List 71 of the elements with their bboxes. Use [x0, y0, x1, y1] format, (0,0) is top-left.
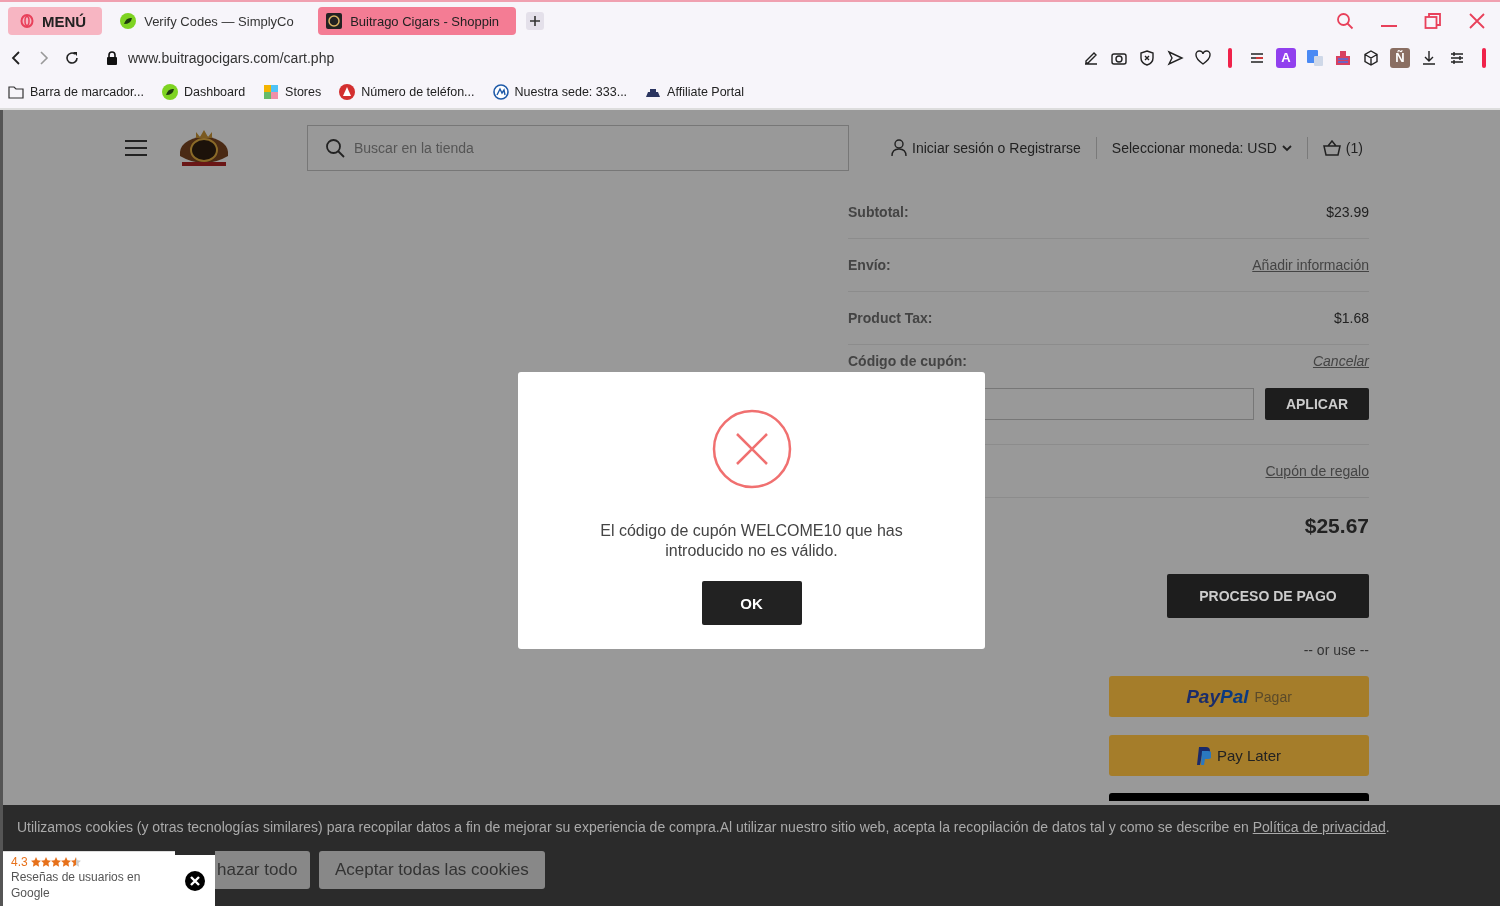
- privacy-link[interactable]: Política de privacidad: [1252, 819, 1386, 835]
- paypal-button[interactable]: PayPal Pagar: [1109, 676, 1369, 717]
- star-icon: [30, 857, 41, 867]
- rating-value: 4.3: [11, 855, 28, 869]
- folder-icon: [8, 83, 24, 100]
- leaf-icon: [161, 83, 178, 100]
- apply-button[interactable]: APLICAR: [1265, 388, 1369, 420]
- user-icon: [891, 139, 907, 157]
- grand-total: $25.67: [1304, 513, 1369, 538]
- star-icon: [50, 857, 61, 867]
- close-icon[interactable]: [185, 870, 205, 891]
- search-field[interactable]: Buscar en la tienda: [307, 125, 849, 171]
- cancel-link[interactable]: Cancelar: [1312, 353, 1369, 369]
- leaf-icon: [120, 13, 137, 29]
- account-link[interactable]: Iniciar sesión o Registrarse: [891, 139, 1081, 157]
- row-value: $1.68: [1333, 310, 1369, 326]
- row-label: Código de cupón:: [848, 353, 967, 369]
- row-label: Subtotal:: [848, 204, 909, 220]
- error-icon: [711, 409, 792, 489]
- row-label: Envío:: [848, 257, 891, 273]
- ok-button[interactable]: OK: [701, 581, 802, 625]
- search-icon[interactable]: [1336, 12, 1354, 30]
- send-icon[interactable]: [1166, 48, 1184, 67]
- bookmark-item[interactable]: Barra de marcador...: [8, 83, 144, 100]
- plus-icon[interactable]: [526, 12, 545, 30]
- browser-tab[interactable]: Verify Codes — SimplyCo: [112, 7, 309, 35]
- browser-tab[interactable]: Buitrago Cigars - Shoppin: [318, 7, 517, 35]
- star-icon: [40, 857, 51, 867]
- pay-later-button[interactable]: Pay Later: [1109, 735, 1369, 776]
- accept-button[interactable]: Aceptar todas las cookies: [319, 851, 545, 889]
- search-icon: [325, 138, 345, 158]
- review-text: Reseñas de usuarios en Google: [11, 869, 141, 901]
- gift-coupon-link[interactable]: Cupón de regalo: [1265, 463, 1369, 479]
- reject-button[interactable]: hazar todo: [215, 851, 310, 889]
- currency-dropdown[interactable]: Seleccionar moneda: USD: [1111, 140, 1292, 156]
- cube-icon[interactable]: [1362, 48, 1380, 67]
- cookie-notice: Utilizamos cookies (y otras tecnologías similares) para recopilar datos a fin de mejorar su experiencia de compra.Al utilizar nuestro sitio web, acepta la recopilación de datos tal y como se describe en Política de privacidad.: [17, 819, 1391, 835]
- checkout-button[interactable]: PROCESO DE PAGO: [1167, 574, 1369, 618]
- bookmark-item[interactable]: Affiliate Portal: [645, 83, 744, 100]
- opera-icon: [20, 14, 34, 28]
- menu-button[interactable]: MENÚ: [8, 7, 103, 35]
- menu-icon[interactable]: [125, 139, 147, 157]
- restore-icon[interactable]: [1424, 12, 1442, 30]
- bookmark-item[interactable]: Nuestra sede: 333...: [492, 83, 628, 100]
- bookmark-item[interactable]: Stores: [263, 83, 322, 100]
- row-label: Product Tax:: [848, 310, 933, 326]
- add-info-link[interactable]: Añadir información: [1252, 257, 1369, 273]
- bookmark-item[interactable]: Dashboard: [161, 83, 246, 100]
- puzzle-icon: [263, 83, 280, 100]
- extension-button[interactable]: Ñ: [1390, 47, 1410, 68]
- separator-bar: [1228, 47, 1232, 68]
- star-icon: [60, 857, 71, 867]
- row-value: $23.99: [1326, 204, 1369, 220]
- paypal-icon: [1196, 745, 1211, 766]
- or-use-text: -- or use --: [1303, 642, 1369, 658]
- basket-icon: [1322, 140, 1341, 156]
- star-icon: [70, 857, 81, 867]
- bookmark-item[interactable]: Número de teléfon...: [339, 83, 475, 100]
- cart-link[interactable]: (1): [1322, 140, 1363, 156]
- url-field[interactable]: www.buitragocigars.com/cart.php: [128, 49, 335, 66]
- lock-icon: [106, 50, 118, 65]
- heart-icon[interactable]: [1194, 48, 1212, 67]
- extension-button[interactable]: A: [1276, 47, 1296, 68]
- dialog-message: El código de cupón WELCOME10 que has introducido no es válido.: [599, 521, 904, 561]
- logo-icon: [326, 13, 343, 29]
- review-badge[interactable]: 4.3 Reseñas de usuarios en Google: [3, 851, 175, 906]
- download-icon[interactable]: [1420, 48, 1438, 67]
- reload-icon[interactable]: [64, 49, 80, 66]
- shield-icon[interactable]: [1138, 48, 1156, 67]
- chevron-down-icon: [1281, 144, 1292, 152]
- separator-bar: [1482, 47, 1486, 68]
